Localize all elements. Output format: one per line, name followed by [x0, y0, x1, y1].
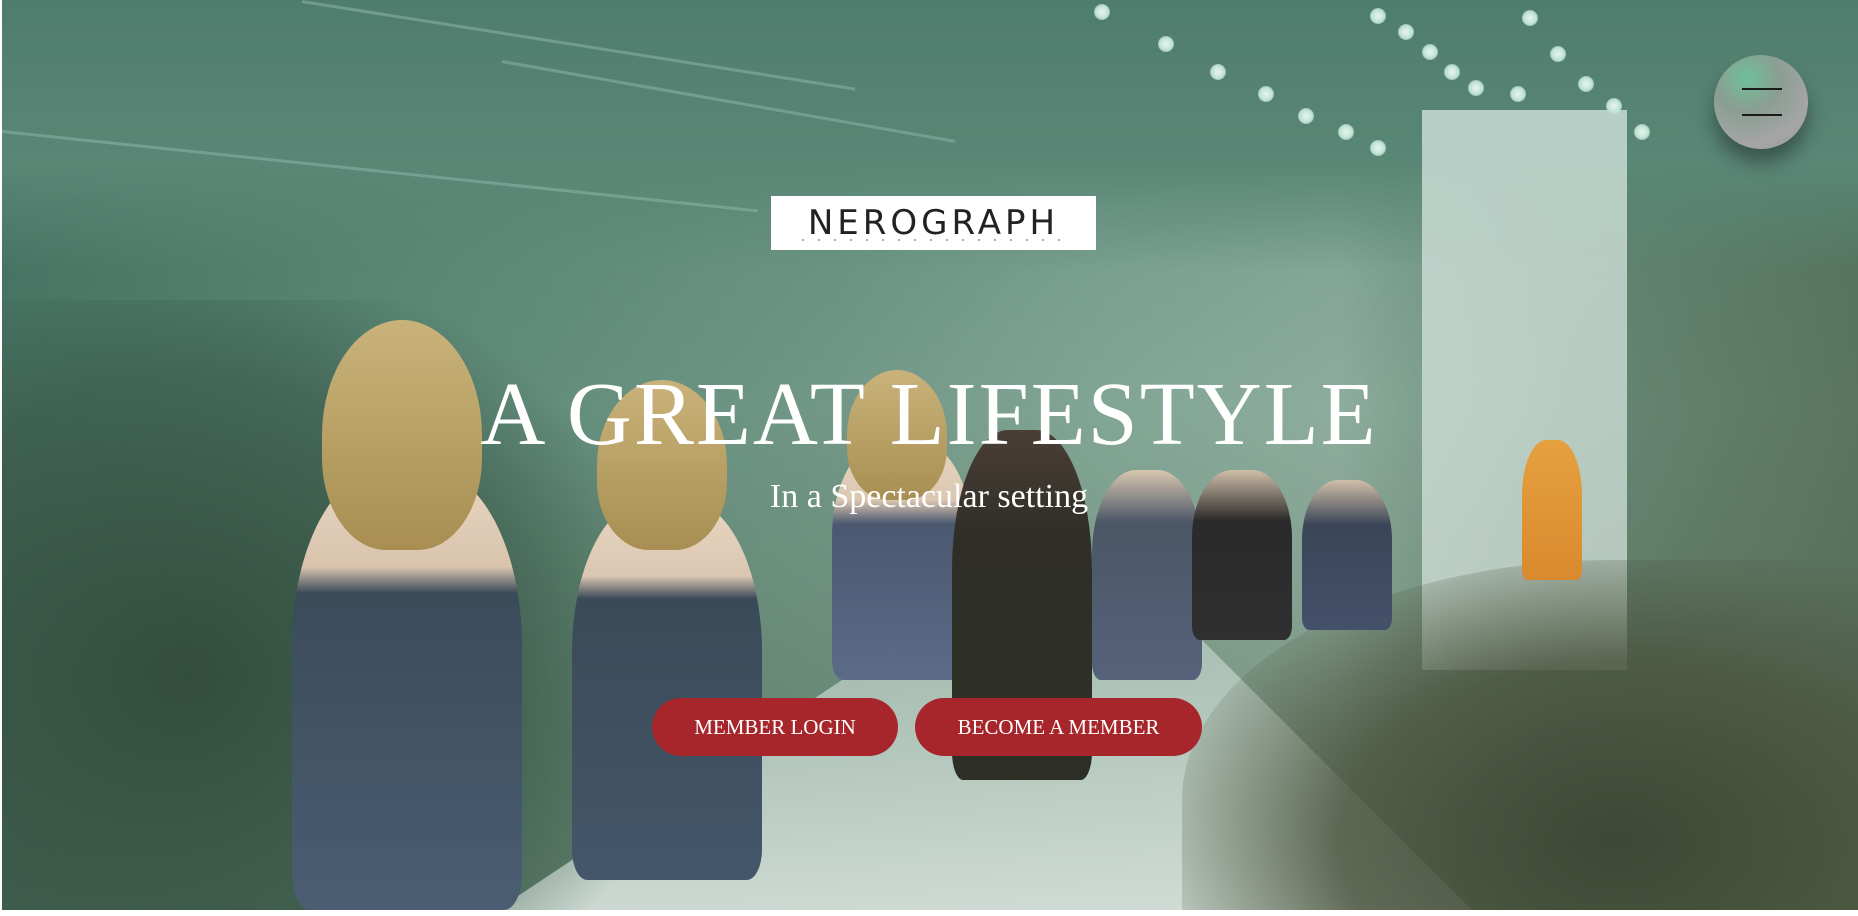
- stage-light: [1398, 24, 1414, 40]
- stage-light: [1094, 4, 1110, 20]
- hero-subheadline: In a Spectacular setting: [769, 478, 1089, 515]
- background-model-figure: [572, 500, 762, 880]
- menu-button[interactable]: [1714, 55, 1808, 149]
- stage-light: [1634, 124, 1650, 140]
- stage-light: [1468, 80, 1484, 96]
- hero-headline: A GREAT LIFESTYLE: [480, 365, 1378, 464]
- brand-logo-text: NEROGRAPH: [807, 203, 1060, 243]
- hamburger-menu-icon-bottom-line: [1742, 114, 1782, 116]
- hamburger-menu-icon-top-line: [1742, 88, 1782, 90]
- stage-light: [1370, 8, 1386, 24]
- become-member-button[interactable]: BECOME A MEMBER: [915, 698, 1202, 756]
- stage-light: [1298, 108, 1314, 124]
- stage-light: [1522, 10, 1538, 26]
- stage-light: [1578, 76, 1594, 92]
- stage-light: [1158, 36, 1174, 52]
- brand-logo-dots: [795, 239, 1072, 241]
- stage-light: [1606, 98, 1622, 114]
- member-login-button[interactable]: MEMBER LOGIN: [652, 698, 898, 756]
- stage-light: [1338, 124, 1354, 140]
- stage-light: [1258, 86, 1274, 102]
- stage-light: [1422, 44, 1438, 60]
- stage-light: [1370, 140, 1386, 156]
- stage-light: [1210, 64, 1226, 80]
- brand-logo[interactable]: NEROGRAPH: [771, 196, 1096, 250]
- stage-light: [1550, 46, 1566, 62]
- stage-light: [1510, 86, 1526, 102]
- stage-light: [1444, 64, 1460, 80]
